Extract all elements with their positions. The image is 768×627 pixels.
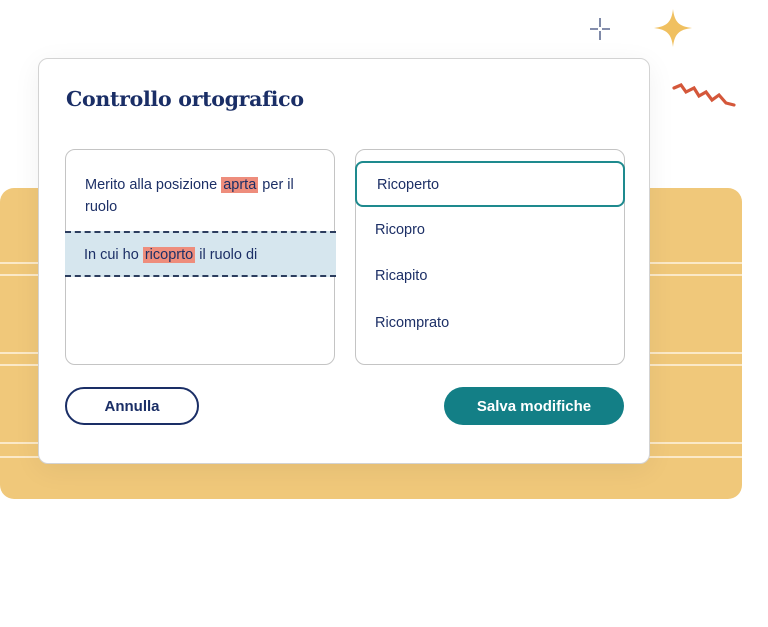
sentence-item-selected[interactable]: In cui ho ricoprto il ruolo di: [65, 231, 336, 277]
suggestions-panel: Ricoperto Ricopro Ricapito Ricomprato: [355, 149, 625, 365]
misspelled-word[interactable]: aprta: [221, 177, 259, 193]
cancel-button[interactable]: Annulla: [65, 387, 199, 425]
sentence-item[interactable]: Merito alla posizione aprta per il ruolo: [66, 174, 334, 218]
misspelled-word[interactable]: ricoprto: [142, 247, 196, 263]
suggestion-option[interactable]: Ricapito: [355, 254, 625, 300]
sentence-text-after: il ruolo di: [195, 247, 258, 263]
zigzag-icon: [672, 83, 736, 107]
sentence-text-before: In cui ho: [84, 247, 143, 263]
four-point-star-icon: [654, 9, 692, 47]
save-changes-button[interactable]: Salva modifiche: [444, 387, 624, 425]
crosshair-sparkle-icon: [590, 18, 610, 40]
suggestion-option[interactable]: Ricopro: [355, 208, 625, 254]
suggestion-option[interactable]: Ricomprato: [355, 301, 625, 347]
dialog-title: Controllo ortografico: [66, 87, 304, 111]
suggestion-option-selected[interactable]: Ricoperto: [355, 161, 625, 207]
sentence-text-before: Merito alla posizione: [85, 177, 222, 193]
spellcheck-dialog: Controllo ortografico Merito alla posizi…: [38, 58, 650, 464]
sentences-panel: Merito alla posizione aprta per il ruolo…: [65, 149, 336, 365]
